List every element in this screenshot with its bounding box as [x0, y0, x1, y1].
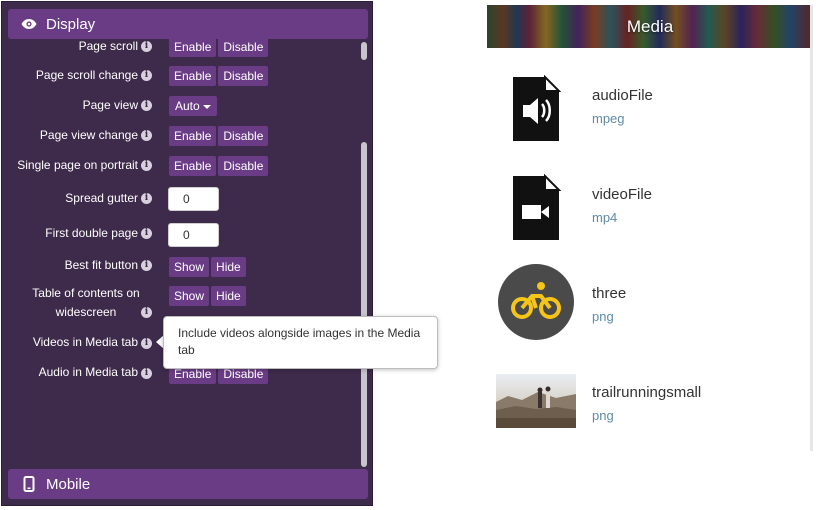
- media-item-audio[interactable]: audioFile mpeg: [487, 64, 810, 154]
- setting-row-spread-gutter: Spread gutter i 0: [2, 187, 358, 213]
- caret-down-icon: [202, 104, 211, 109]
- enable-button[interactable]: Enable: [169, 66, 217, 86]
- setting-row-page-scroll-change: Page scroll change i Enable Disable: [2, 66, 358, 86]
- setting-label: Single page on portrait: [17, 158, 138, 172]
- setting-label: Page view change: [39, 128, 138, 142]
- info-icon[interactable]: i: [141, 307, 152, 318]
- media-item-video[interactable]: videoFile mp4: [487, 163, 810, 253]
- enable-button[interactable]: Enable: [169, 126, 217, 146]
- hide-button[interactable]: Hide: [211, 257, 246, 277]
- display-section-header[interactable]: Display: [8, 9, 368, 39]
- media-header: Media: [487, 5, 810, 48]
- media-title: Media: [626, 16, 674, 36]
- setting-row-page-scroll: Page scroll i Enable Disable: [2, 39, 358, 57]
- setting-label: Page scroll: [78, 39, 138, 53]
- media-item-type: mp4: [592, 210, 618, 225]
- setting-row-first-double-page: First double page i 0: [2, 222, 358, 248]
- media-item-name: trailrunningsmall: [592, 384, 702, 401]
- info-icon[interactable]: i: [141, 338, 152, 349]
- mobile-header-label: Mobile: [46, 475, 91, 493]
- media-item-type: mpeg: [592, 111, 625, 126]
- video-file-icon: [496, 168, 576, 248]
- setting-row-single-page-portrait: Single page on portrait i Enable Disable: [2, 156, 358, 176]
- mobile-section-header[interactable]: Mobile: [8, 469, 368, 499]
- show-button[interactable]: Show: [169, 286, 210, 306]
- media-item-name: three: [592, 285, 627, 302]
- disable-button[interactable]: Disable: [218, 39, 269, 57]
- settings-list[interactable]: Page scroll i Enable Disable Page scroll…: [2, 39, 358, 469]
- media-item-three[interactable]: three png: [487, 262, 810, 352]
- scrollbar-thumb[interactable]: [361, 142, 367, 467]
- media-item-name: audioFile: [592, 87, 653, 104]
- display-header-label: Display: [46, 15, 96, 33]
- setting-label: Audio in Media tab: [38, 365, 138, 379]
- media-item-type: png: [592, 309, 614, 324]
- info-tooltip: Include videos alongside images in the M…: [163, 316, 438, 369]
- spread-gutter-input[interactable]: 0: [168, 187, 219, 211]
- scrollbar-up-segment[interactable]: [361, 42, 367, 60]
- info-icon[interactable]: i: [141, 100, 152, 111]
- audio-file-icon: [496, 69, 576, 149]
- info-icon[interactable]: i: [141, 70, 152, 81]
- dropdown-value: Auto: [175, 99, 200, 113]
- bicycle-icon: [496, 262, 576, 342]
- media-item-trailrunning[interactable]: trailrunningsmall png: [487, 361, 810, 451]
- setting-row-best-fit-button: Best fit button i Show Hide: [2, 256, 358, 277]
- media-item-name: videoFile: [592, 186, 653, 203]
- media-panel: Media audioFile mpeg videoFile mp4 three…: [487, 5, 813, 451]
- info-icon[interactable]: i: [141, 260, 152, 271]
- info-icon[interactable]: i: [141, 160, 152, 171]
- setting-label: Videos in Media tab: [32, 335, 138, 349]
- disable-button[interactable]: Disable: [218, 156, 269, 176]
- page-view-dropdown[interactable]: Auto: [169, 96, 217, 116]
- media-item-type: png: [592, 408, 614, 423]
- disable-button[interactable]: Disable: [218, 126, 269, 146]
- setting-label: Table of contents on widescreen: [32, 286, 140, 319]
- info-icon[interactable]: i: [141, 41, 152, 52]
- info-icon[interactable]: i: [141, 193, 152, 204]
- show-button[interactable]: Show: [169, 257, 210, 277]
- first-double-page-input[interactable]: 0: [168, 223, 219, 247]
- info-icon[interactable]: i: [141, 368, 152, 379]
- tooltip-text: Include videos alongside images in the M…: [178, 326, 421, 357]
- enable-button[interactable]: Enable: [169, 156, 217, 176]
- setting-label: Page view: [82, 98, 138, 112]
- eye-icon: [20, 15, 38, 33]
- enable-button[interactable]: Enable: [169, 39, 217, 57]
- setting-label: First double page: [45, 226, 138, 240]
- disable-button[interactable]: Disable: [218, 66, 269, 86]
- info-icon[interactable]: i: [141, 130, 152, 141]
- hide-button[interactable]: Hide: [211, 286, 246, 306]
- setting-row-page-view-change: Page view change i Enable Disable: [2, 126, 358, 146]
- mobile-phone-icon: [20, 475, 38, 493]
- setting-label: Spread gutter: [65, 191, 138, 205]
- setting-label: Page scroll change: [35, 68, 138, 82]
- info-icon[interactable]: i: [141, 228, 152, 239]
- setting-label: Best fit button: [64, 258, 138, 272]
- photo-thumbnail: [496, 374, 576, 428]
- settings-panel: Display Page scroll i Enable Disable Pag…: [1, 1, 373, 506]
- setting-row-page-view: Page view i Auto: [2, 96, 358, 116]
